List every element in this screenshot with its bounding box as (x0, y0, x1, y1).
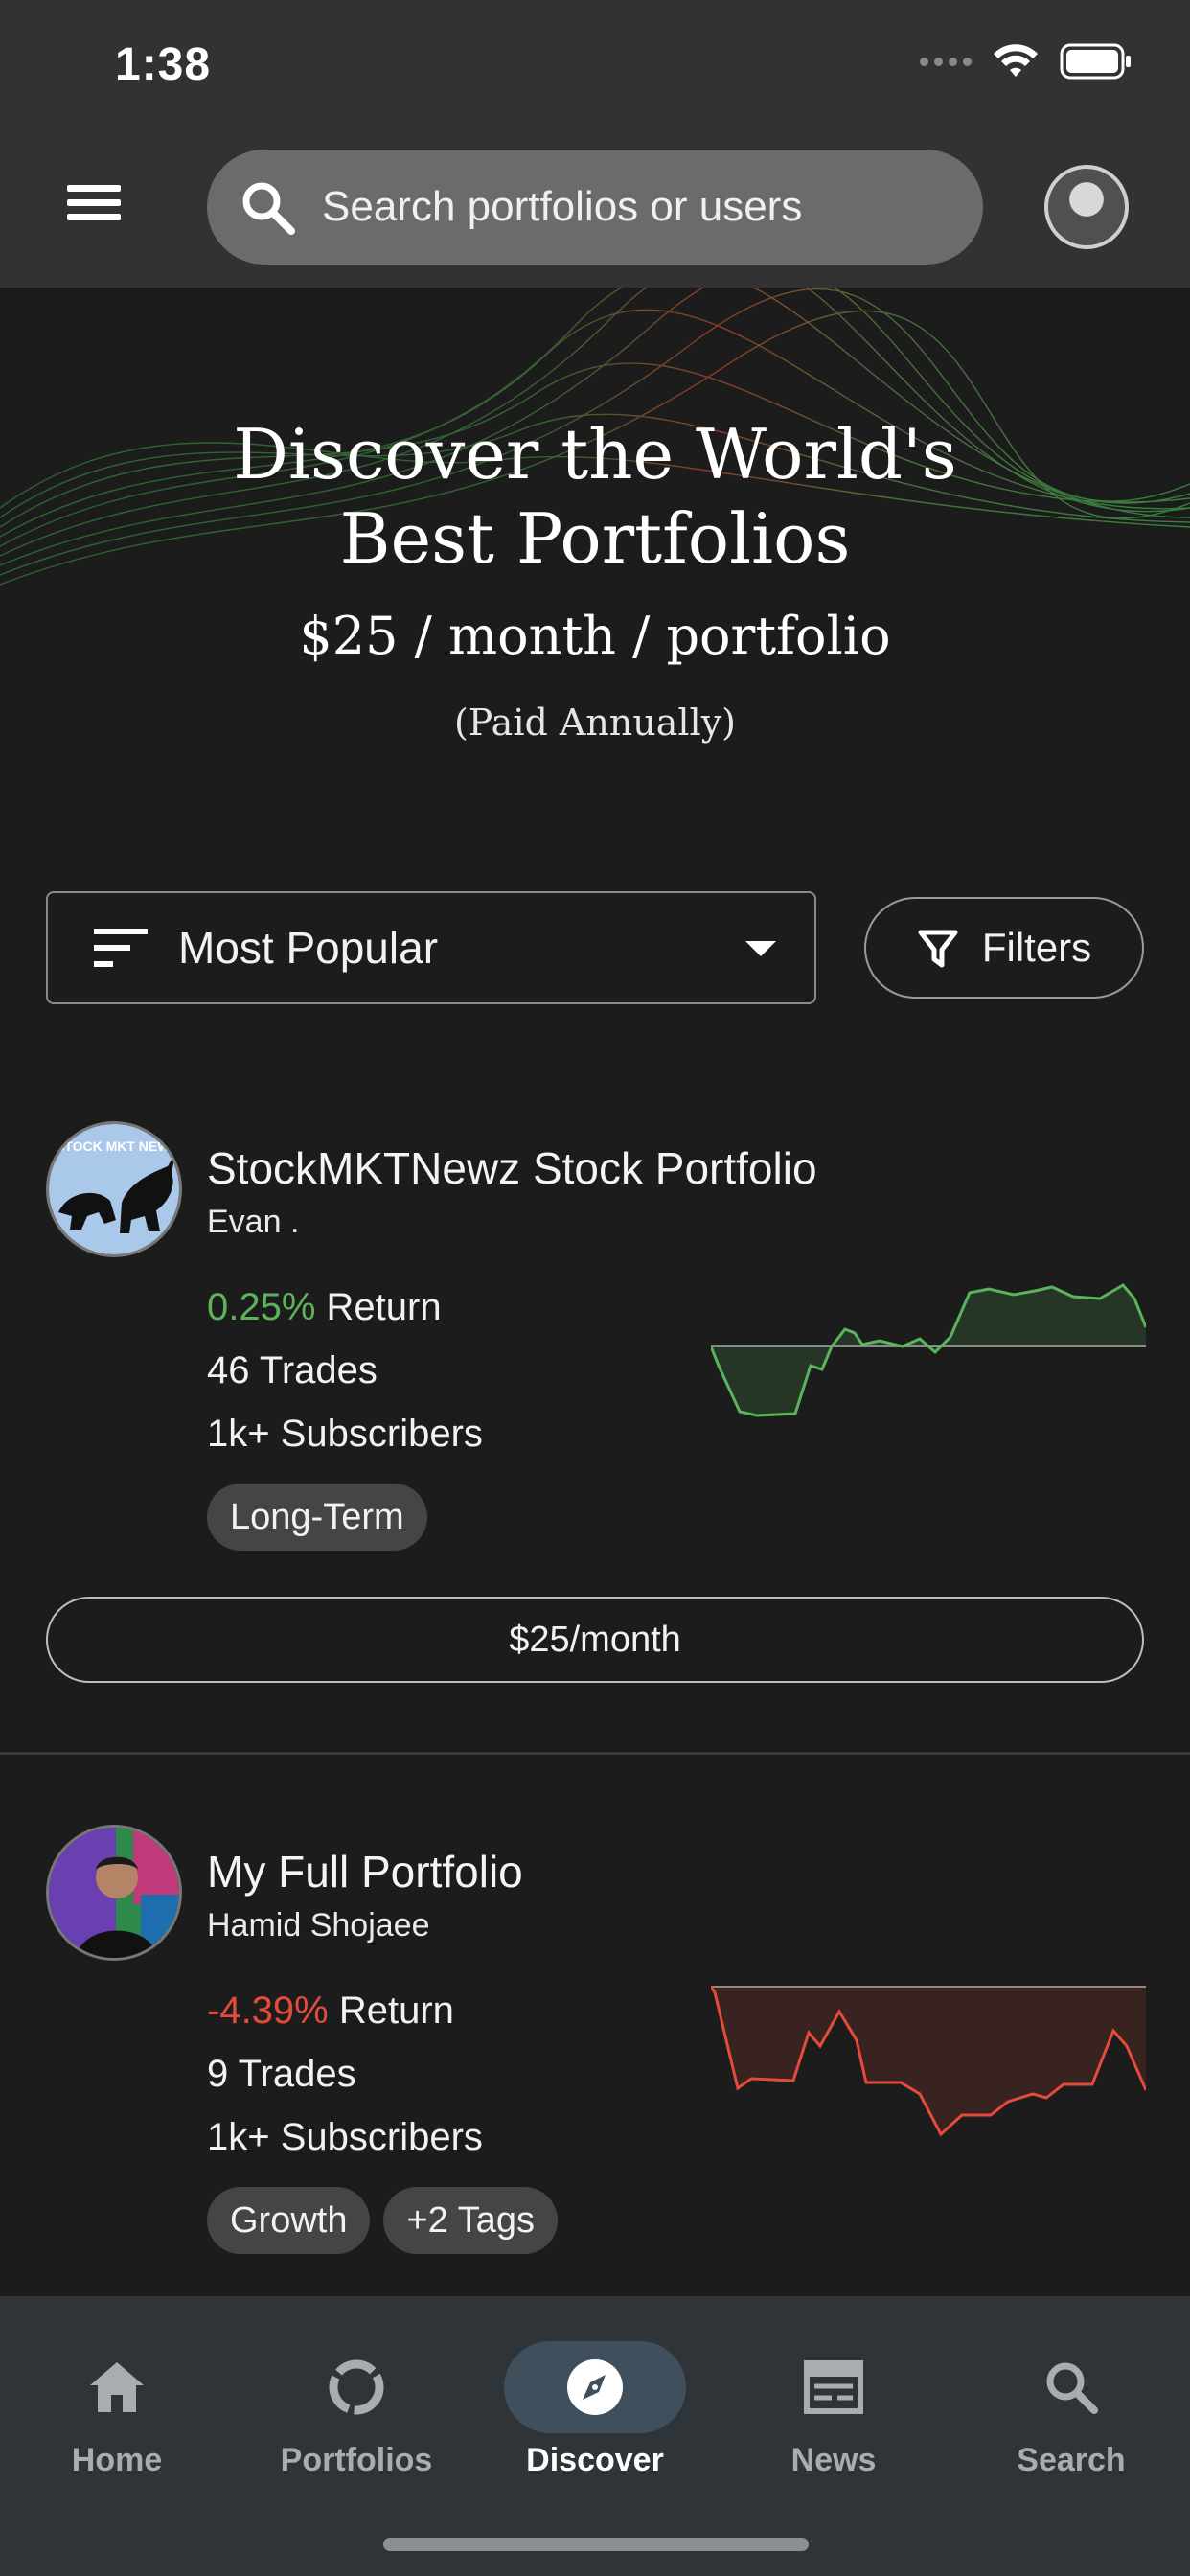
nav-search-label: Search (1017, 2442, 1126, 2478)
portfolio-author[interactable]: Hamid Shojaee (207, 1907, 429, 1944)
portfolio-return: 0.25% Return (207, 1286, 442, 1329)
wifi-icon (994, 44, 1038, 77)
tag-list: Long-Term (207, 1484, 427, 1551)
portfolio-subscribers: 1k+ Subscribers (207, 1413, 483, 1455)
profile-photo (49, 1828, 179, 1958)
nav-home-label: Home (71, 2442, 163, 2478)
nav-news-label: News (790, 2442, 877, 2478)
sort-dropdown[interactable]: Most Popular (46, 891, 816, 1004)
nav-discover-label: Discover (526, 2442, 664, 2478)
hero-note: (Paid Annually) (453, 702, 737, 744)
more-tags-chip[interactable]: +2 Tags (383, 2187, 558, 2254)
performance-sparkline (711, 1986, 1146, 2137)
cellular-signal-icon (920, 57, 972, 66)
filters-button[interactable]: Filters (864, 897, 1144, 999)
return-value: -4.39% (207, 1990, 329, 2032)
nav-portfolios-label: Portfolios (280, 2442, 433, 2478)
search-icon (1046, 2362, 1098, 2414)
portfolio-author[interactable]: Evan . (207, 1204, 299, 1241)
nav-discover[interactable]: Discover (499, 2334, 691, 2479)
return-label: Return (315, 1286, 442, 1328)
hero-title-line2: Best Portfolios (339, 498, 851, 579)
nav-news[interactable]: News (738, 2334, 929, 2479)
nav-portfolios[interactable]: Portfolios (261, 2334, 452, 2479)
return-label: Return (328, 1990, 454, 2032)
sort-icon (94, 929, 148, 967)
logo-text: STOCK MKT NEWZ (56, 1138, 179, 1154)
tag-chip[interactable]: Long-Term (207, 1484, 427, 1551)
portfolio-subscribers: 1k+ Subscribers (207, 2116, 483, 2158)
filter-funnel-icon (918, 930, 958, 968)
hero-title-line1: Discover the World's (233, 414, 957, 494)
battery-icon (1060, 43, 1131, 80)
newspaper-icon (804, 2360, 863, 2414)
status-icons (920, 43, 1133, 80)
return-value: 0.25% (207, 1286, 316, 1328)
active-indicator (504, 2341, 686, 2433)
tag-list: Growth +2 Tags (207, 2187, 558, 2254)
filters-label: Filters (981, 925, 1092, 970)
bull-bear-logo: STOCK MKT NEWZ (49, 1124, 179, 1254)
portfolio-title[interactable]: StockMKTNewz Stock Portfolio (207, 1142, 817, 1194)
portfolio-avatar[interactable] (46, 1825, 182, 1961)
portfolio-card[interactable]: STOCK MKT NEWZ StockMKTNewz Stock Portfo… (0, 1121, 1190, 1754)
portfolio-card[interactable]: My Full Portfolio Hamid Shojaee -4.39% R… (0, 1825, 1190, 2266)
home-indicator[interactable] (383, 2538, 809, 2551)
nav-home[interactable]: Home (21, 2334, 213, 2479)
nav-search[interactable]: Search (975, 2334, 1167, 2479)
search-bar[interactable]: Search portfolios or users (207, 150, 983, 264)
hero-price: $25 / month / portfolio (299, 606, 891, 666)
portfolio-ring-icon (329, 2359, 384, 2415)
search-icon (242, 182, 295, 235)
home-icon (90, 2362, 144, 2412)
subscribe-price-button[interactable]: $25/month (46, 1597, 1144, 1683)
compass-icon (567, 2359, 623, 2415)
search-placeholder: Search portfolios or users (322, 183, 803, 230)
performance-sparkline (711, 1283, 1146, 1417)
portfolio-trades: 46 Trades (207, 1349, 378, 1392)
portfolio-return: -4.39% Return (207, 1990, 454, 2033)
hamburger-menu-icon (67, 185, 121, 192)
portfolio-title[interactable]: My Full Portfolio (207, 1846, 523, 1898)
menu-button[interactable] (67, 177, 134, 235)
portfolio-avatar[interactable]: STOCK MKT NEWZ (46, 1121, 182, 1257)
user-avatar[interactable] (1044, 165, 1129, 249)
card-divider (0, 1752, 1190, 1755)
hero-banner: Discover the World's Best Portfolios $25… (0, 288, 1190, 824)
status-time: 1:38 (115, 39, 212, 90)
app-bar: 1:38 Search portfolios or users (0, 0, 1190, 288)
portfolio-trades: 9 Trades (207, 2053, 356, 2095)
hero-title: Discover the World's Best Portfolios (0, 412, 1190, 581)
chevron-down-icon (745, 941, 776, 956)
sort-label: Most Popular (178, 923, 439, 973)
bottom-navigation: Home Portfolios Discover News Search (0, 2296, 1190, 2576)
tag-chip[interactable]: Growth (207, 2187, 371, 2254)
